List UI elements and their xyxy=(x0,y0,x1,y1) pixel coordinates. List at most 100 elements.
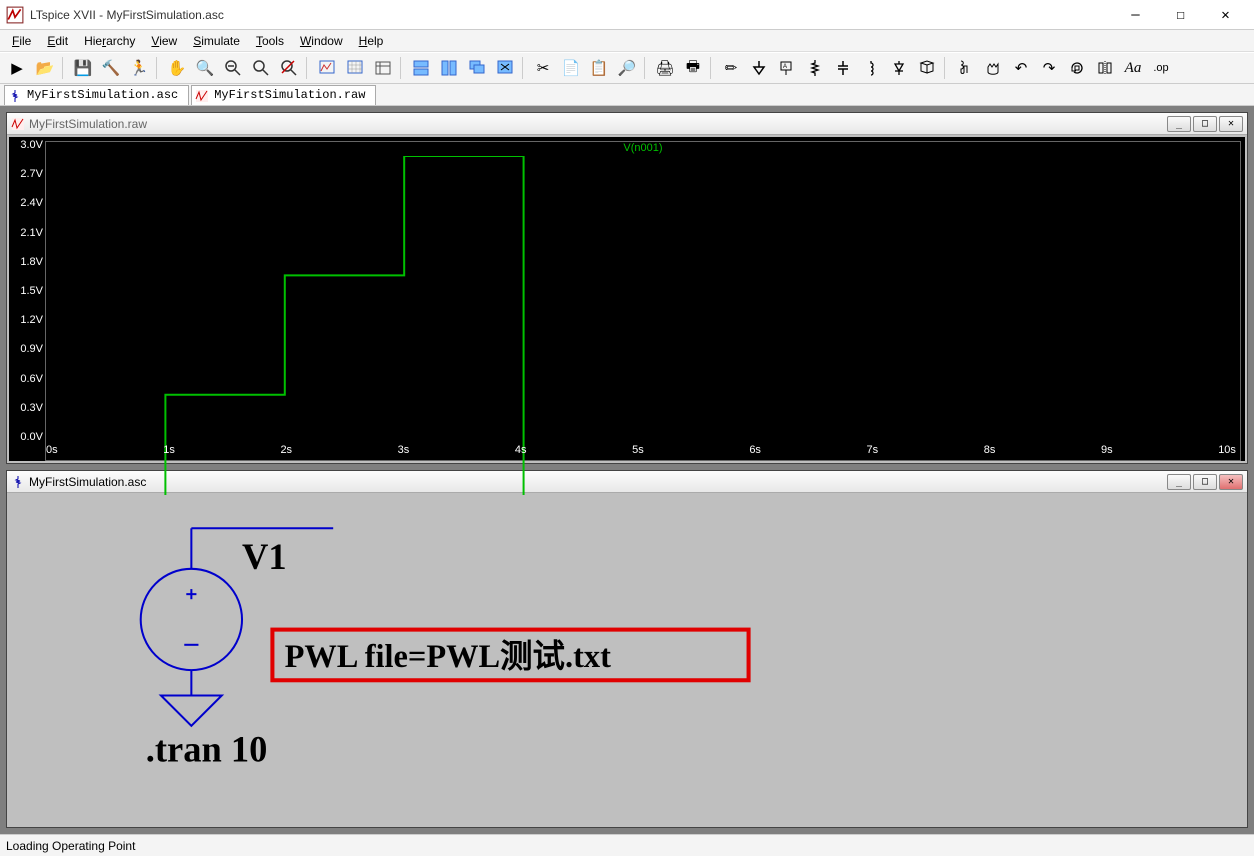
grid-icon[interactable] xyxy=(342,55,368,81)
x-tick: 10s xyxy=(1218,444,1236,460)
tile-v-icon[interactable] xyxy=(436,55,462,81)
plot-area[interactable]: 3.0V 2.7V 2.4V 2.1V 1.8V 1.5V 1.2V 0.9V … xyxy=(9,137,1245,461)
y-tick: 0.6V xyxy=(11,373,43,385)
waveform-icon xyxy=(11,117,25,131)
menu-hierarchy[interactable]: Hierarchy xyxy=(76,32,143,50)
zoom-in-icon[interactable]: 🔍 xyxy=(192,55,218,81)
schematic-window: MyFirstSimulation.asc _ □ ✕ V1 xyxy=(6,470,1248,828)
cascade-icon[interactable] xyxy=(464,55,490,81)
plot-body[interactable]: V(n001) 0s 1s 2s 3s 4s 5s 6s 7s 8s 9s 10… xyxy=(45,141,1241,461)
x-axis: 0s 1s 2s 3s 4s 5s 6s 7s 8s 9s 10s xyxy=(46,444,1240,460)
rotate-icon[interactable] xyxy=(1064,55,1090,81)
zoom-out-icon[interactable] xyxy=(220,55,246,81)
menu-tools[interactable]: Tools xyxy=(248,32,292,50)
paste-icon[interactable]: 📋 xyxy=(586,55,612,81)
window-close-icon[interactable] xyxy=(492,55,518,81)
x-tick: 8s xyxy=(984,444,996,460)
tab-raw[interactable]: MyFirstSimulation.raw xyxy=(191,85,376,105)
toolbar: ▶ 📂 💾 🔨 🏃 ✋ 🔍 ✂ 📄 📋 🔎 🖨 🖶 ✏ A ↶ ↷ Aa .op xyxy=(0,52,1254,84)
diode-icon[interactable] xyxy=(886,55,912,81)
menu-file[interactable]: File xyxy=(4,32,39,50)
pan-icon[interactable]: ✋ xyxy=(164,55,190,81)
save-icon[interactable]: 💾 xyxy=(70,55,96,81)
maximize-button[interactable]: ☐ xyxy=(1158,1,1203,29)
x-tick: 6s xyxy=(749,444,761,460)
window-title: LTspice XVII - MyFirstSimulation.asc xyxy=(30,8,1113,22)
y-tick: 2.1V xyxy=(11,227,43,239)
find-icon[interactable]: 🔎 xyxy=(614,55,640,81)
capacitor-icon[interactable] xyxy=(830,55,856,81)
text-icon[interactable]: Aa xyxy=(1120,55,1146,81)
schematic-icon xyxy=(8,89,22,103)
cut-icon[interactable]: ✂ xyxy=(530,55,556,81)
autoscale-icon[interactable] xyxy=(314,55,340,81)
print-icon[interactable]: 🖨 xyxy=(652,55,678,81)
waveform-icon xyxy=(195,89,209,103)
undo-icon[interactable]: ↶ xyxy=(1008,55,1034,81)
run-icon[interactable]: 🏃 xyxy=(126,55,152,81)
x-tick: 9s xyxy=(1101,444,1113,460)
x-tick: 0s xyxy=(46,444,58,460)
y-tick: 2.4V xyxy=(11,197,43,209)
trace-label[interactable]: V(n001) xyxy=(623,142,662,154)
child-title-text: MyFirstSimulation.raw xyxy=(29,117,1167,131)
menu-window[interactable]: Window xyxy=(292,32,351,50)
document-tabs: MyFirstSimulation.asc MyFirstSimulation.… xyxy=(0,84,1254,106)
drag-icon[interactable] xyxy=(980,55,1006,81)
child-close-button[interactable]: ✕ xyxy=(1219,116,1243,132)
new-icon[interactable]: ▶ xyxy=(4,55,30,81)
y-tick: 1.2V xyxy=(11,314,43,326)
x-tick: 7s xyxy=(867,444,879,460)
waveform-window-title[interactable]: MyFirstSimulation.raw _ □ ✕ xyxy=(7,113,1247,135)
move-icon[interactable] xyxy=(952,55,978,81)
x-tick: 5s xyxy=(632,444,644,460)
pwl-text[interactable]: PWL file=PWL测试.txt xyxy=(285,638,612,675)
data-icon[interactable] xyxy=(370,55,396,81)
label-icon[interactable]: A xyxy=(774,55,800,81)
source-name-text[interactable]: V1 xyxy=(242,537,287,577)
x-tick: 3s xyxy=(398,444,410,460)
tab-asc[interactable]: MyFirstSimulation.asc xyxy=(4,85,189,105)
mirror-icon[interactable] xyxy=(1092,55,1118,81)
inductor-icon[interactable] xyxy=(858,55,884,81)
redo-icon[interactable]: ↷ xyxy=(1036,55,1062,81)
tab-label: MyFirstSimulation.raw xyxy=(214,88,365,102)
y-tick: 1.8V xyxy=(11,256,43,268)
app-icon xyxy=(6,6,24,24)
waveform-window: MyFirstSimulation.raw _ □ ✕ 3.0V 2.7V 2.… xyxy=(6,112,1248,464)
schematic-svg: V1 PWL file=PWL测试.txt .tran 10 xyxy=(9,495,1245,825)
spice-directive-icon[interactable]: .op xyxy=(1148,55,1174,81)
y-tick: 3.0V xyxy=(11,139,43,151)
y-tick: 2.7V xyxy=(11,168,43,180)
tile-h-icon[interactable] xyxy=(408,55,434,81)
x-tick: 1s xyxy=(163,444,175,460)
tran-text[interactable]: .tran 10 xyxy=(146,729,268,769)
menu-help[interactable]: Help xyxy=(351,32,392,50)
menu-view[interactable]: View xyxy=(143,32,185,50)
close-button[interactable]: ✕ xyxy=(1203,1,1248,29)
child-maximize-button[interactable]: □ xyxy=(1193,116,1217,132)
minimize-button[interactable]: — xyxy=(1113,1,1158,29)
resistor-icon[interactable] xyxy=(802,55,828,81)
copy-icon[interactable]: 📄 xyxy=(558,55,584,81)
status-text: Loading Operating Point xyxy=(6,839,135,853)
zoom-cancel-icon[interactable] xyxy=(276,55,302,81)
x-tick: 2s xyxy=(280,444,292,460)
tab-label: MyFirstSimulation.asc xyxy=(27,88,178,102)
zoom-fit-icon[interactable] xyxy=(248,55,274,81)
menu-simulate[interactable]: Simulate xyxy=(185,32,248,50)
y-tick: 1.5V xyxy=(11,285,43,297)
trace-svg xyxy=(46,156,1240,514)
hammer-icon[interactable]: 🔨 xyxy=(98,55,124,81)
y-tick: 0.9V xyxy=(11,343,43,355)
title-bar: LTspice XVII - MyFirstSimulation.asc — ☐… xyxy=(0,0,1254,30)
svg-text:A: A xyxy=(783,64,787,70)
child-minimize-button[interactable]: _ xyxy=(1167,116,1191,132)
ground-icon[interactable] xyxy=(746,55,772,81)
menu-edit[interactable]: Edit xyxy=(39,32,76,50)
open-icon[interactable]: 📂 xyxy=(32,55,58,81)
schematic-canvas[interactable]: V1 PWL file=PWL测试.txt .tran 10 xyxy=(9,495,1245,825)
print-setup-icon[interactable]: 🖶 xyxy=(680,55,706,81)
component-icon[interactable] xyxy=(914,55,940,81)
wire-icon[interactable]: ✏ xyxy=(718,55,744,81)
